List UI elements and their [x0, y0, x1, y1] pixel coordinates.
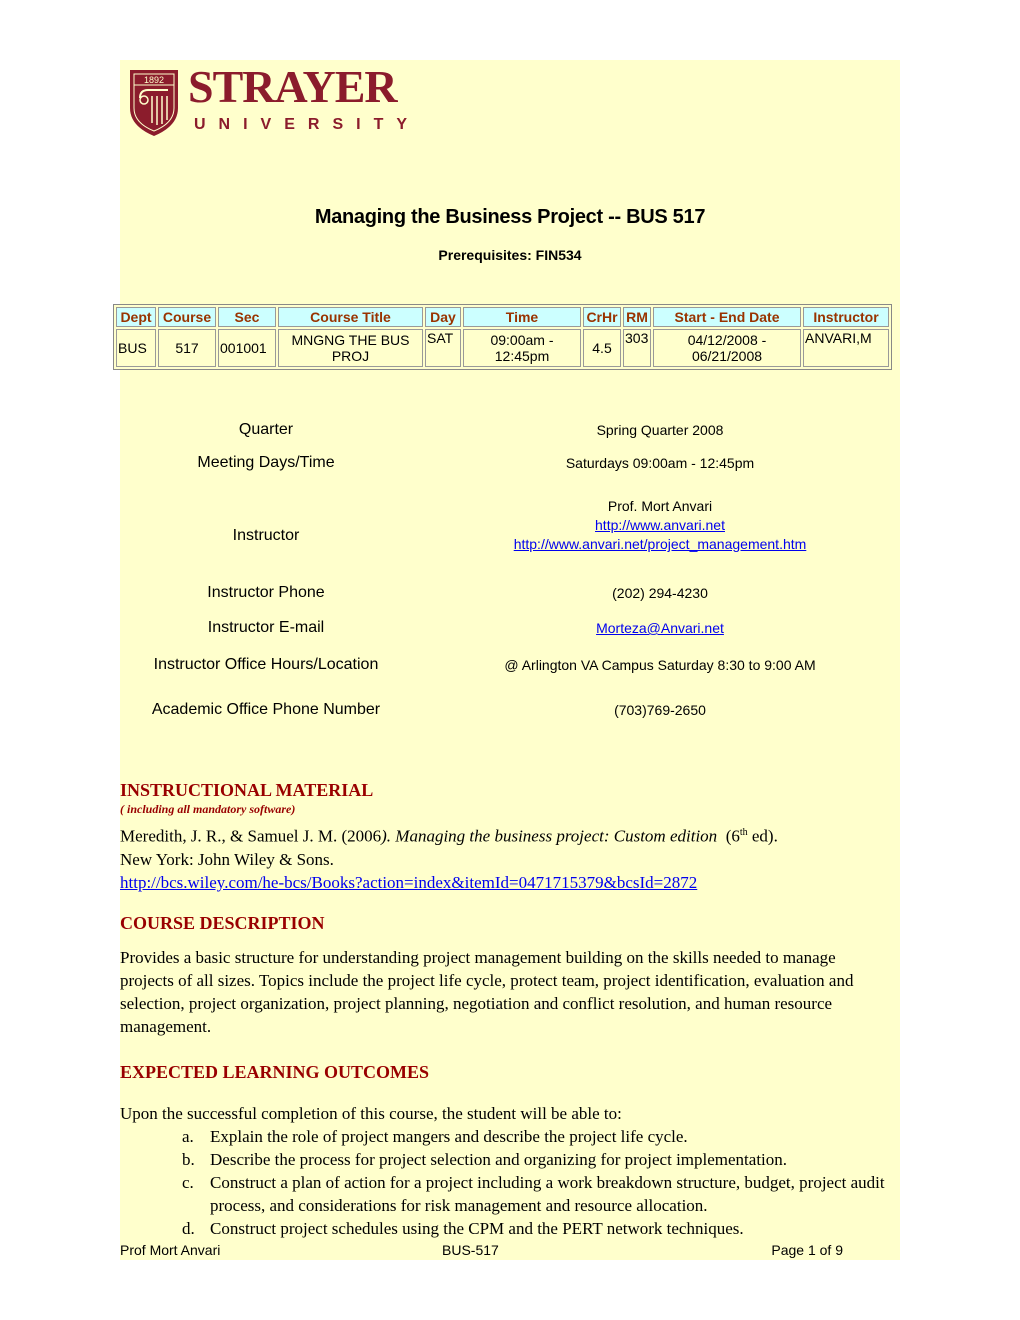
list-marker: d. — [182, 1219, 195, 1238]
course-title-line1: MNGNG THE BUS — [291, 332, 410, 348]
cell-course-title: MNGNG THE BUS PROJ — [278, 329, 423, 367]
instructional-material-subheading: ( including all mandatory software) — [120, 802, 296, 816]
meeting-label: Meeting Days/Time — [197, 454, 335, 471]
start-date: 04/12/2008 - — [687, 332, 767, 348]
cell-rm: 303 — [623, 329, 651, 367]
instructor-name: Prof. Mort Anvari — [607, 498, 713, 514]
learning-outcomes-intro: Upon the successful completion of this c… — [120, 1104, 622, 1123]
citation-title: ). Managing the business project: Custom… — [381, 826, 718, 846]
list-item: c. Construct a plan of action for a proje… — [120, 1171, 900, 1217]
time-end: 12:45pm — [494, 348, 550, 364]
list-item-text: Construct a plan of action for a project… — [210, 1173, 885, 1215]
cell-dates: 04/12/2008 -06/21/2008 — [653, 329, 801, 367]
footer-course: BUS-517 — [442, 1242, 499, 1258]
citation-authors: Meredith, J. R., & Samuel J. M. (2006 — [120, 826, 382, 846]
cell-dept: BUS — [116, 329, 156, 367]
list-item-text: Describe the process for project selecti… — [210, 1150, 788, 1169]
quarter-value: Spring Quarter 2008 — [596, 422, 724, 438]
list-item: b. Describe the process for project selec… — [120, 1148, 900, 1171]
column-header: Start - End Date — [653, 307, 801, 327]
column-header: Instructor — [803, 307, 889, 327]
column-header: Day — [425, 307, 461, 327]
list-item-text: Explain the role of project mangers and … — [210, 1127, 688, 1146]
citation-publisher: New York: John Wiley & Sons. — [120, 849, 334, 869]
table-header-row: Dept Course Sec Course Title Day Time Cr… — [116, 307, 889, 327]
learning-outcomes: Upon the successful completion of this c… — [120, 1102, 900, 1240]
meeting-value: Saturdays 09:00am - 12:45pm — [565, 455, 755, 471]
schedule-table: Dept Course Sec Course Title Day Time Cr… — [113, 304, 892, 370]
email-label: Instructor E-mail — [207, 619, 325, 636]
column-header: CrHr — [583, 307, 621, 327]
list-marker: c. — [182, 1173, 194, 1192]
end-date: 06/21/2008 — [691, 348, 763, 364]
footer-author: Prof Mort Anvari — [120, 1242, 221, 1258]
column-header: Course — [158, 307, 216, 327]
prerequisites: Prerequisites: FIN534 — [438, 247, 582, 263]
column-header: Course Title — [278, 307, 423, 327]
footer-page-number: Page 1 of 9 — [771, 1242, 843, 1258]
time-start: 09:00am - — [490, 332, 554, 348]
column-header: Time — [463, 307, 581, 327]
logo-subname: UNIVERSITY — [194, 116, 421, 133]
cell-course: 517 — [158, 329, 216, 367]
column-header: Sec — [218, 307, 276, 327]
list-item: a. Explain the role of project mangers an… — [120, 1125, 900, 1148]
textbook-citation: Meredith, J. R., & Samuel J. M. (2006). … — [120, 821, 890, 894]
list-item-text: Construct project schedules using the CP… — [210, 1219, 744, 1238]
citation-edition-post: ed). — [747, 826, 778, 846]
table-row: BUS 517 001001 MNGNG THE BUS PROJ SAT 09:… — [116, 329, 889, 367]
course-title-line2: PROJ — [331, 348, 370, 364]
cell-day: SAT — [425, 329, 461, 367]
logo-year: 1892 — [144, 75, 164, 85]
course-title: Managing the Business Project -- BUS 517 — [314, 206, 706, 228]
cell-instructor: ANVARI,M — [803, 329, 889, 367]
office-label: Instructor Office Hours/Location — [153, 656, 379, 673]
column-header: Dept — [116, 307, 156, 327]
cell-sec: 001001 — [218, 329, 276, 367]
column-header: RM — [623, 307, 651, 327]
strayer-university-logo: 1892 STRAYER UNIVERSITY — [128, 64, 421, 138]
quarter-label: Quarter — [238, 421, 294, 438]
learning-outcomes-heading: EXPECTED LEARNING OUTCOMES — [120, 1062, 430, 1082]
textbook-link[interactable]: http://bcs.wiley.com/he-bcs/Books?action… — [120, 873, 697, 892]
phone-value: (202) 294-4230 — [612, 585, 708, 601]
instructional-material-heading: INSTRUCTIONAL MATERIAL — [120, 780, 374, 800]
office-value: @ Arlington VA Campus Saturday 8:30 to 9… — [504, 657, 816, 673]
instructor-label: Instructor — [232, 527, 300, 544]
citation-edition: (6 — [717, 826, 740, 846]
page-footer: Prof Mort Anvari BUS-517 Page 1 of 9 — [120, 1242, 900, 1260]
academic-label: Academic Office Phone Number — [151, 701, 381, 718]
phone-label: Instructor Phone — [207, 584, 325, 601]
cell-time: 09:00am -12:45pm — [463, 329, 581, 367]
list-marker: b. — [182, 1150, 195, 1169]
instructor-email-link[interactable]: Morteza@Anvari.net — [596, 620, 724, 636]
instructor-website-link[interactable]: http://www.anvari.net — [595, 517, 725, 533]
list-marker: a. — [182, 1127, 194, 1146]
instructor-value: Prof. Mort Anvari http://www.anvari.net … — [485, 497, 835, 554]
cell-crhr: 4.5 — [583, 329, 621, 367]
instructor-course-page-link[interactable]: http://www.anvari.net/project_management… — [514, 536, 807, 552]
list-item: d. Construct project schedules using the … — [120, 1217, 900, 1240]
citation-edition-sup: th — [739, 827, 748, 838]
academic-value: (703)769-2650 — [614, 702, 706, 718]
logo-name: STRAYER — [188, 61, 398, 112]
course-description-heading: COURSE DESCRIPTION — [120, 913, 325, 933]
course-description-text: Provides a basic structure for understan… — [120, 948, 854, 1036]
